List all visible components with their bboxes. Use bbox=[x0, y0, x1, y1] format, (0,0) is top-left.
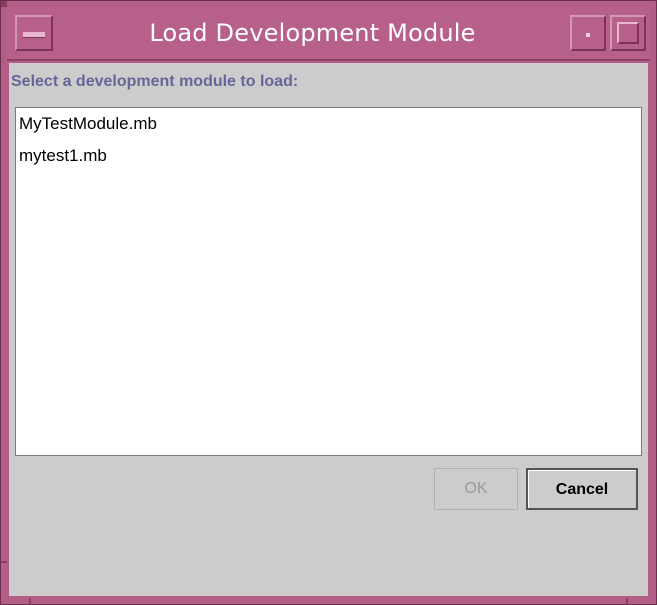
title-bar[interactable]: Load Development Module bbox=[7, 7, 650, 61]
prompt-label: Select a development module to load: bbox=[11, 73, 299, 90]
window-menu-icon[interactable] bbox=[15, 15, 53, 51]
dialog-window: Load Development Module Select a develop… bbox=[0, 0, 657, 605]
list-item[interactable]: MyTestModule.mb bbox=[16, 108, 641, 140]
cancel-button[interactable]: Cancel bbox=[526, 468, 638, 510]
frame-notch-bottom-right bbox=[626, 598, 628, 604]
frame-notch-bottom bbox=[29, 598, 31, 604]
ok-button[interactable]: OK bbox=[434, 468, 518, 510]
dialog-content: Select a development module to load: MyT… bbox=[9, 63, 648, 596]
maximize-icon[interactable] bbox=[610, 15, 646, 51]
list-item[interactable]: mytest1.mb bbox=[16, 140, 641, 172]
window-title: Load Development Module bbox=[149, 19, 476, 47]
minimize-icon[interactable] bbox=[570, 15, 606, 51]
frame-notch-left bbox=[1, 561, 7, 563]
module-list[interactable]: MyTestModule.mb mytest1.mb bbox=[15, 107, 642, 456]
